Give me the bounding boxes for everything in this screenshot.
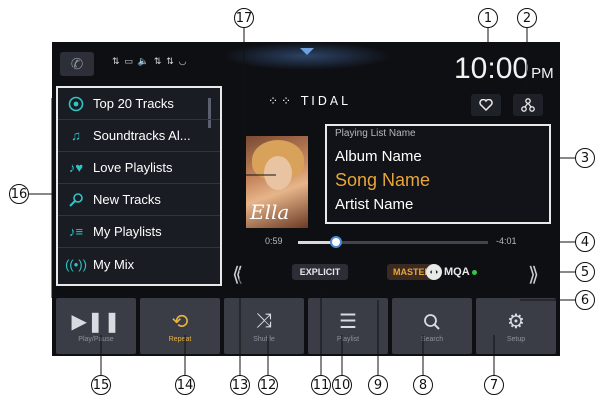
callout-4: 4 [575,232,595,252]
callout-3: 3 [575,148,595,168]
callout-13: 13 [230,375,250,395]
callout-leader-lines [29,28,575,375]
callout-12: 12 [258,375,278,395]
callout-17: 17 [234,8,254,28]
callout-8: 8 [413,375,433,395]
callout-2: 2 [517,8,537,28]
callout-9: 9 [368,375,388,395]
callout-14: 14 [175,375,195,395]
callout-10: 10 [332,375,352,395]
callout-6: 6 [575,290,595,310]
callout-16: 16 [9,184,29,204]
callout-5: 5 [575,262,595,282]
callout-11: 11 [311,375,331,395]
callout-15: 15 [91,375,111,395]
callout-7: 7 [484,375,504,395]
callout-1: 1 [478,8,498,28]
